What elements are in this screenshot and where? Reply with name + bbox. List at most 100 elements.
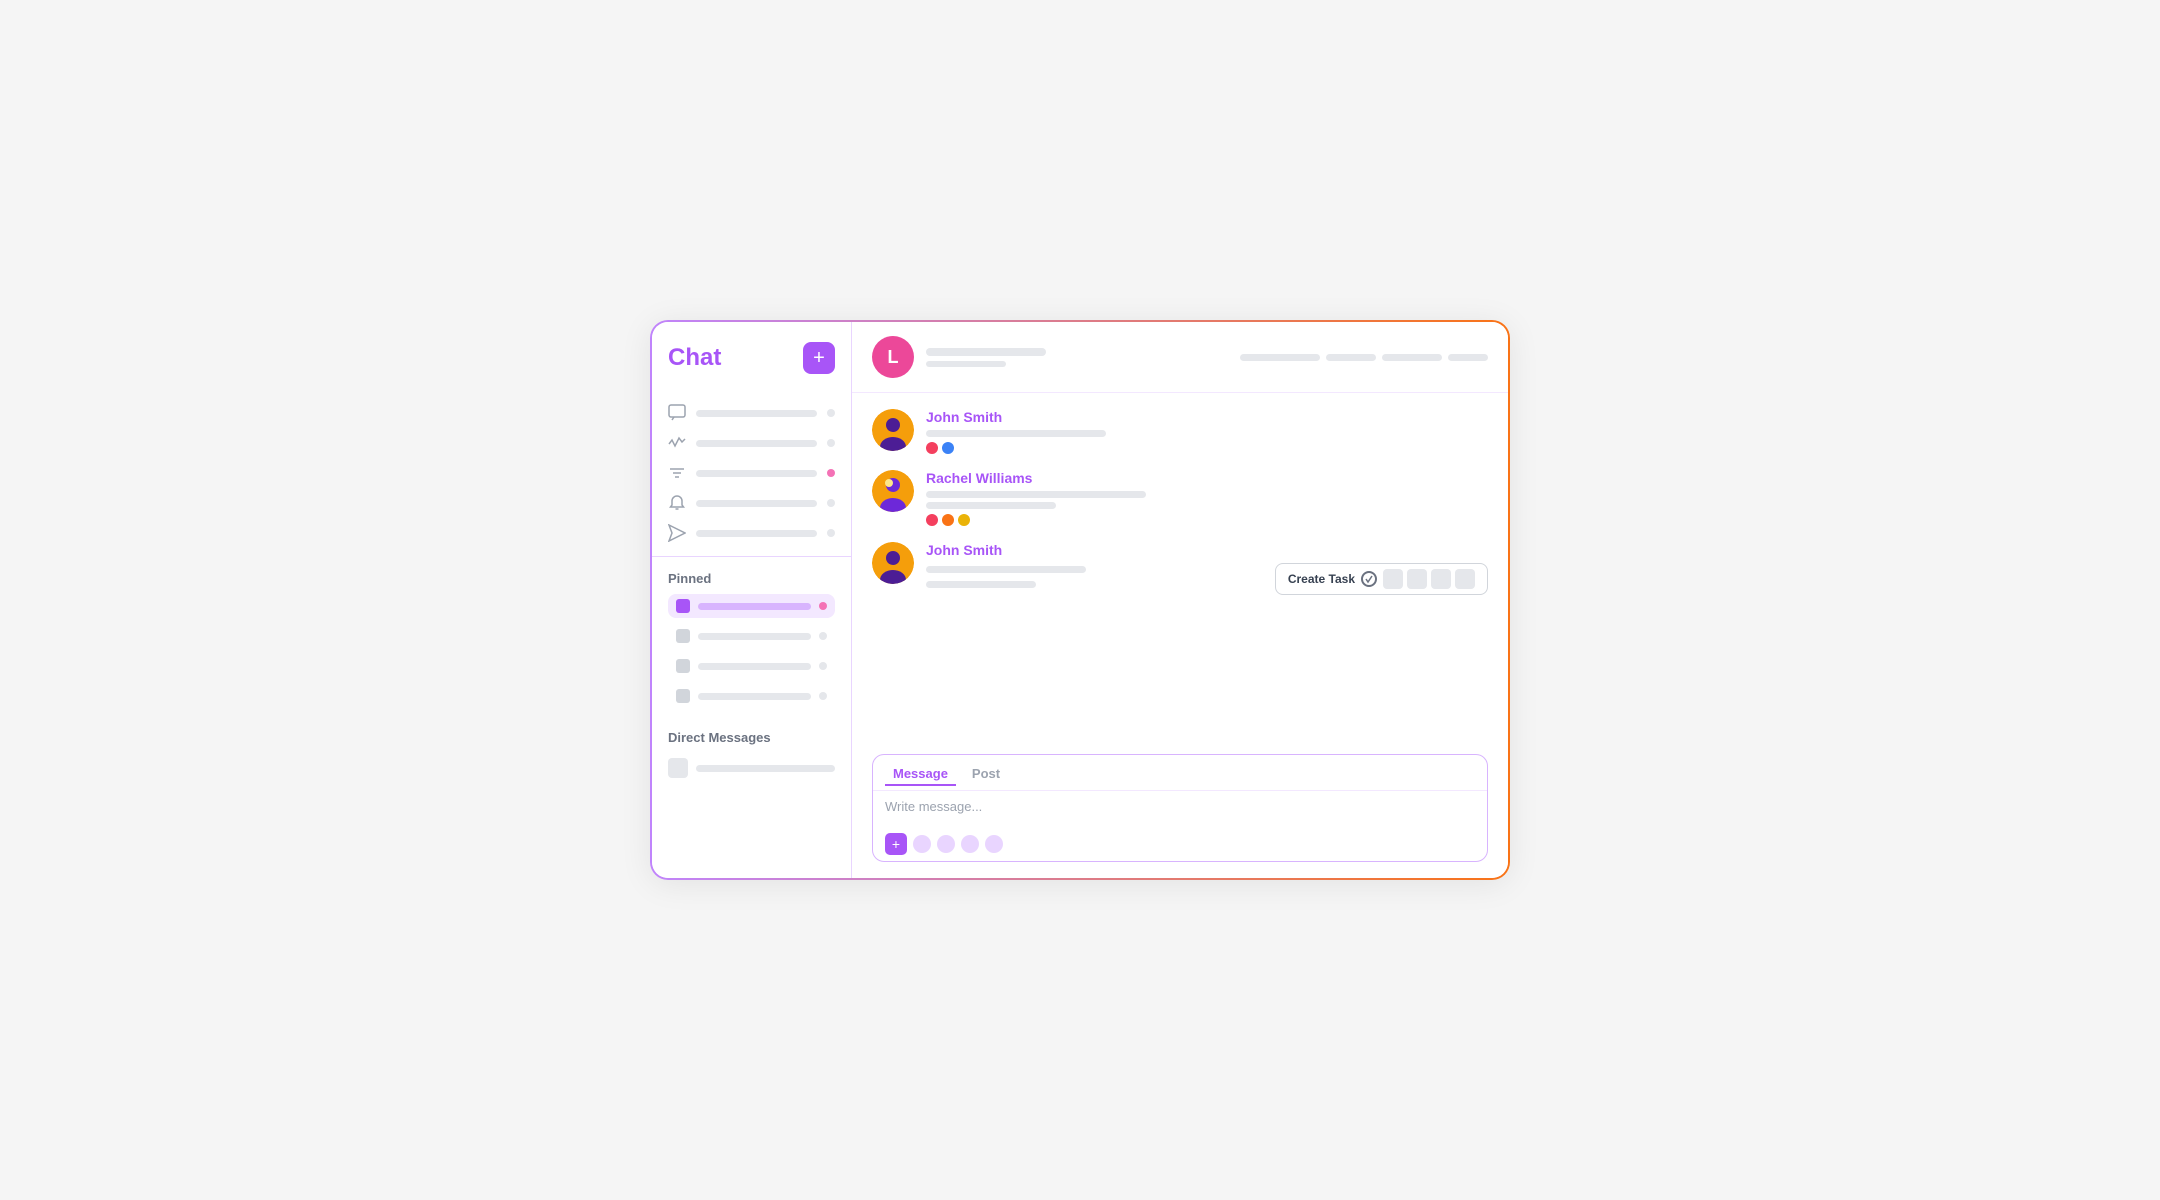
input-toolbar: + [873,827,1487,861]
task-sq-4 [1455,569,1475,589]
channel-label [698,603,811,610]
message-content-2: Rachel Williams [926,470,1488,526]
tab-post[interactable]: Post [964,763,1008,786]
sidebar: Chat + [652,322,852,878]
task-check-icon [1361,571,1377,587]
avatar-person-1 [872,409,914,451]
toolbar-add-button[interactable]: + [885,833,907,855]
message-input-area: Message Post Write message... + [852,742,1508,878]
nav-label [696,500,817,507]
message-name-1: John Smith [926,409,1488,425]
message-avatar-2 [872,470,914,512]
message-item-2: Rachel Williams [872,470,1488,526]
task-sq-3 [1431,569,1451,589]
header-info [926,348,1228,367]
channel-color [676,629,690,643]
nav-item-chat[interactable] [652,398,851,428]
message-avatar-3 [872,542,914,584]
message-reactions-1 [926,442,1488,454]
reaction-heart [926,442,938,454]
channel-color [676,659,690,673]
create-task-button[interactable]: Create Task [1275,563,1488,595]
message-line-2b [926,502,1056,509]
message-placeholder[interactable]: Write message... [873,791,1487,827]
reaction-blue [942,442,954,454]
header-actions [1240,354,1488,361]
header-sub-bar [926,361,1006,367]
filter-icon [668,464,686,482]
message-input-box: Message Post Write message... + [872,754,1488,862]
message-content-3: John Smith Create Task [926,542,1488,595]
pinned-section: Pinned [652,557,851,716]
nav-dot [827,529,835,537]
dm-avatar [668,758,688,778]
activity-icon [668,434,686,452]
message-task-row: Create Task [926,563,1488,595]
nav-item-notifications[interactable] [652,488,851,518]
message-line-1 [926,430,1106,437]
nav-label [696,530,817,537]
dm-label [696,765,835,772]
message-reactions-2 [926,514,1488,526]
sidebar-nav [652,390,851,557]
toolbar-dot-4 [985,835,1003,853]
dm-section: Direct Messages [652,716,851,791]
channel-dot [819,632,827,640]
sidebar-header: Chat + [652,342,851,390]
dm-title: Direct Messages [668,730,835,745]
dm-item[interactable] [668,753,835,783]
avatar-person-2 [872,470,914,512]
message-line-2a [926,491,1146,498]
reaction-heart-2 [926,514,938,526]
task-sq-2 [1407,569,1427,589]
message-item-3: John Smith Create Task [872,542,1488,595]
channel-item-4[interactable] [668,684,835,708]
channel-label [698,663,811,670]
pinned-title: Pinned [668,571,835,586]
channel-label [698,693,811,700]
header-avatar: L [872,336,914,378]
message-line-3a [926,566,1086,573]
chat-header: L [852,322,1508,393]
reaction-yellow [958,514,970,526]
nav-dot-active [827,469,835,477]
reaction-orange [942,514,954,526]
add-channel-button[interactable]: + [803,342,835,374]
header-action-bar-3 [1382,354,1442,361]
app-container: Chat + [650,320,1510,880]
nav-item-send[interactable] [652,518,851,548]
messages-area: John Smith [852,393,1508,742]
nav-dot [827,499,835,507]
message-line-3b [926,581,1036,588]
toolbar-dot-1 [913,835,931,853]
toolbar-dot-2 [937,835,955,853]
header-action-bar-4 [1448,354,1488,361]
channel-item-2[interactable] [668,624,835,648]
channel-item-1[interactable] [668,594,835,618]
input-tabs: Message Post [873,755,1487,791]
nav-item-filter[interactable] [652,458,851,488]
header-name-bar [926,348,1046,356]
header-action-bar-2 [1326,354,1376,361]
bell-icon [668,494,686,512]
channel-color [676,689,690,703]
message-item-1: John Smith [872,409,1488,454]
channel-item-3[interactable] [668,654,835,678]
channel-color [676,599,690,613]
nav-dot [827,409,835,417]
toolbar-dot-3 [961,835,979,853]
nav-label [696,440,817,447]
message-avatar-1 [872,409,914,451]
tab-message[interactable]: Message [885,763,956,786]
task-sq-1 [1383,569,1403,589]
create-task-label: Create Task [1288,572,1355,586]
message-content-1: John Smith [926,409,1488,454]
channel-dot [819,662,827,670]
avatar-person-3 [872,542,914,584]
channel-label [698,633,811,640]
message-name-2: Rachel Williams [926,470,1488,486]
channel-dot-active [819,602,827,610]
main-content: L [852,322,1508,878]
nav-label [696,410,817,417]
nav-item-activity[interactable] [652,428,851,458]
